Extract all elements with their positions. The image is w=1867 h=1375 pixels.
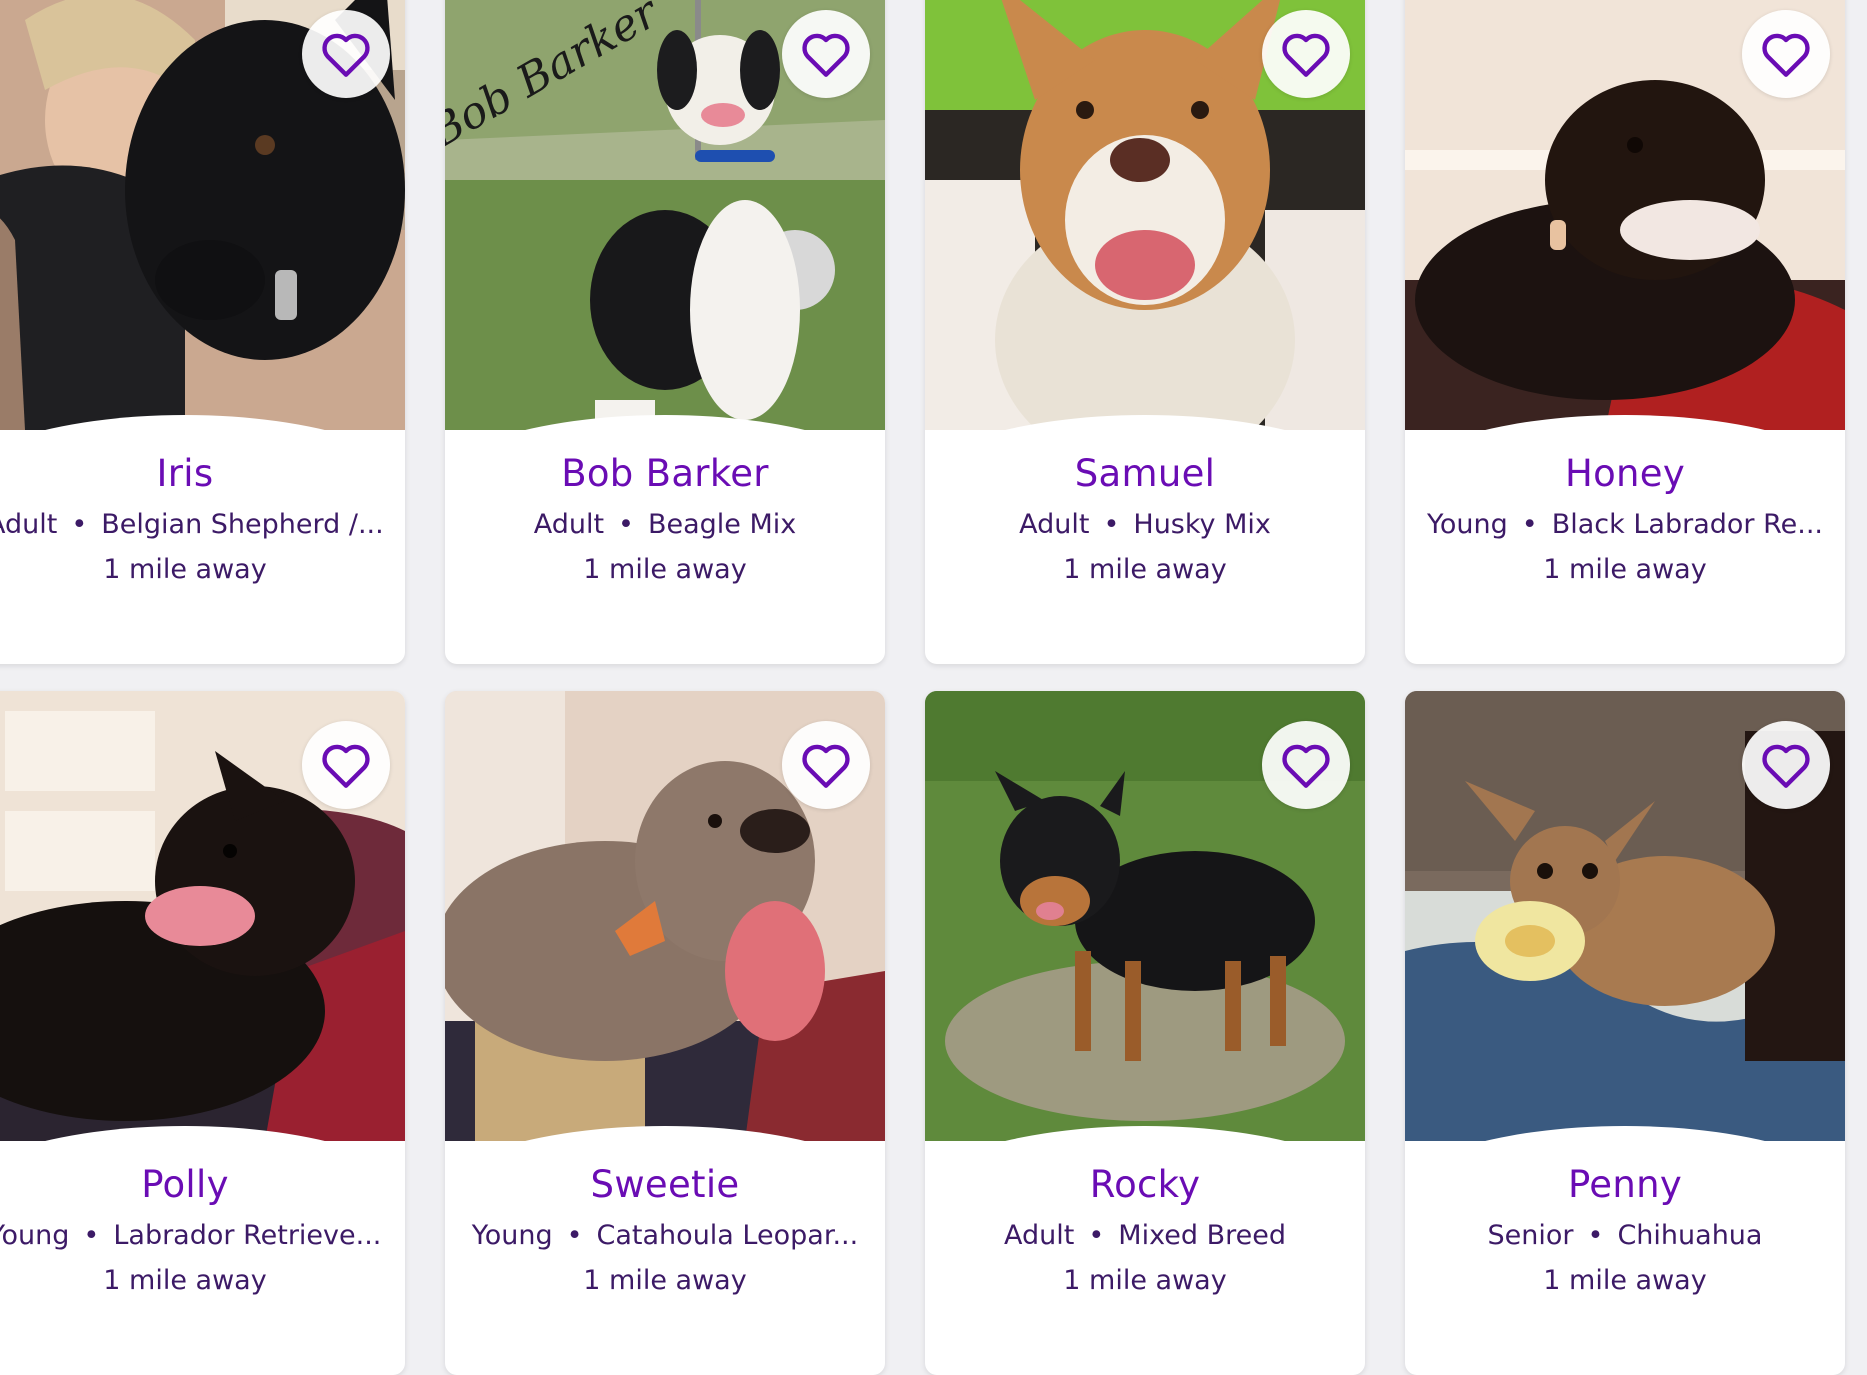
separator-dot: •	[83, 1220, 100, 1251]
pet-age: Young	[0, 1220, 70, 1251]
separator-dot: •	[618, 509, 634, 540]
pet-card[interactable]: Polly Young • Labrador Retrieve... 1 mile …	[0, 691, 405, 1375]
pet-meta: Adult • Husky Mix	[925, 508, 1365, 542]
pet-distance: 1 mile away	[583, 1265, 747, 1296]
pet-age: Adult	[533, 509, 605, 540]
pet-name[interactable]: Iris	[0, 452, 405, 496]
heart-outline-icon	[322, 744, 370, 788]
favorite-button[interactable]	[1262, 10, 1350, 98]
favorite-button[interactable]	[302, 10, 390, 98]
pet-distance: 1 mile away	[103, 1265, 267, 1296]
heart-outline-icon	[802, 33, 850, 77]
separator-dot: •	[71, 509, 88, 540]
heart-outline-icon	[1762, 744, 1810, 788]
pet-distance: 1 mile away	[103, 554, 267, 585]
pet-breed: Labrador Retrieve...	[113, 1220, 382, 1251]
pet-distance: 1 mile away	[583, 554, 747, 585]
pet-info: Sweetie Young • Catahoula Leopar... 1 mile…	[445, 1159, 885, 1298]
pet-info: Rocky Adult • Mixed Breed 1 mile away	[925, 1159, 1365, 1298]
pet-meta: Young • Black Labrador Re...	[1405, 508, 1845, 542]
pet-card[interactable]: Sweetie Young • Catahoula Leopar... 1 mile…	[445, 691, 885, 1375]
pet-age: Adult	[1019, 509, 1090, 540]
favorite-button[interactable]	[782, 10, 870, 98]
pet-name[interactable]: Polly	[0, 1163, 405, 1207]
pet-name[interactable]: Honey	[1405, 452, 1845, 496]
pet-breed: Chihuahua	[1617, 1220, 1763, 1251]
pet-info: Polly Young • Labrador Retrieve... 1 mile …	[0, 1159, 405, 1298]
pet-meta: Senior • Chihuahua	[1405, 1219, 1845, 1253]
heart-outline-icon	[1282, 33, 1330, 77]
pet-card[interactable]: Iris Adult • Belgian Shepherd /... 1 mile …	[0, 0, 405, 664]
pet-info: Honey Young • Black Labrador Re... 1 mile …	[1405, 448, 1845, 587]
favorite-button[interactable]	[302, 721, 390, 809]
pet-meta: Adult • Mixed Breed	[925, 1219, 1365, 1253]
pet-card[interactable]: Penny Senior • Chihuahua 1 mile away	[1405, 691, 1845, 1375]
favorite-button[interactable]	[1262, 721, 1350, 809]
pet-distance: 1 mile away	[1543, 554, 1707, 585]
favorite-button[interactable]	[1742, 721, 1830, 809]
pet-name[interactable]: Rocky	[925, 1163, 1365, 1207]
separator-dot: •	[1103, 509, 1120, 540]
pet-info: Bob Barker Adult • Beagle Mix 1 mile away	[445, 448, 885, 587]
pet-breed: Husky Mix	[1133, 509, 1271, 540]
pet-info: Penny Senior • Chihuahua 1 mile away	[1405, 1159, 1845, 1298]
heart-outline-icon	[802, 744, 850, 788]
pet-breed: Mixed Breed	[1118, 1220, 1286, 1251]
pet-info: Samuel Adult • Husky Mix 1 mile away	[925, 448, 1365, 587]
pet-meta: Young • Labrador Retrieve...	[0, 1219, 405, 1253]
pet-meta: Adult • Beagle Mix	[445, 508, 885, 542]
pet-card[interactable]: Bob Barker Bob Barker Adult • Beagle Mix 1…	[445, 0, 885, 664]
pet-distance: 1 mile away	[1063, 554, 1227, 585]
pet-age: Adult	[0, 509, 58, 540]
favorite-button[interactable]	[1742, 10, 1830, 98]
pet-meta: Adult • Belgian Shepherd /...	[0, 508, 405, 542]
pet-card[interactable]: Samuel Adult • Husky Mix 1 mile away	[925, 0, 1365, 664]
pet-distance: 1 mile away	[1543, 1265, 1707, 1296]
pet-breed: Black Labrador Re...	[1551, 509, 1823, 540]
pet-name[interactable]: Bob Barker	[445, 452, 885, 496]
pet-card[interactable]: Rocky Adult • Mixed Breed 1 mile away	[925, 691, 1365, 1375]
pet-meta: Young • Catahoula Leopar...	[445, 1219, 885, 1253]
pet-distance: 1 mile away	[1063, 1265, 1227, 1296]
pet-name[interactable]: Sweetie	[445, 1163, 885, 1207]
separator-dot: •	[1088, 1220, 1105, 1251]
heart-outline-icon	[1282, 744, 1330, 788]
pet-breed: Beagle Mix	[647, 509, 797, 540]
pet-age: Young	[1427, 509, 1508, 540]
pet-name[interactable]: Samuel	[925, 452, 1365, 496]
pet-card[interactable]: Honey Young • Black Labrador Re... 1 mile …	[1405, 0, 1845, 664]
favorite-button[interactable]	[782, 721, 870, 809]
pet-info: Iris Adult • Belgian Shepherd /... 1 mile …	[0, 448, 405, 587]
pet-age: Adult	[1004, 1220, 1075, 1251]
separator-dot: •	[1587, 1220, 1604, 1251]
pet-breed: Catahoula Leopar...	[596, 1220, 859, 1251]
pet-breed: Belgian Shepherd /...	[101, 509, 384, 540]
heart-outline-icon	[1762, 33, 1810, 77]
pet-results-grid: Iris Adult • Belgian Shepherd /... 1 mile …	[0, 0, 1845, 1375]
pet-name[interactable]: Penny	[1405, 1163, 1845, 1207]
heart-outline-icon	[322, 33, 370, 77]
pet-age: Young	[471, 1220, 553, 1251]
separator-dot: •	[566, 1220, 583, 1251]
pet-age: Senior	[1487, 1220, 1574, 1251]
separator-dot: •	[1521, 509, 1538, 540]
